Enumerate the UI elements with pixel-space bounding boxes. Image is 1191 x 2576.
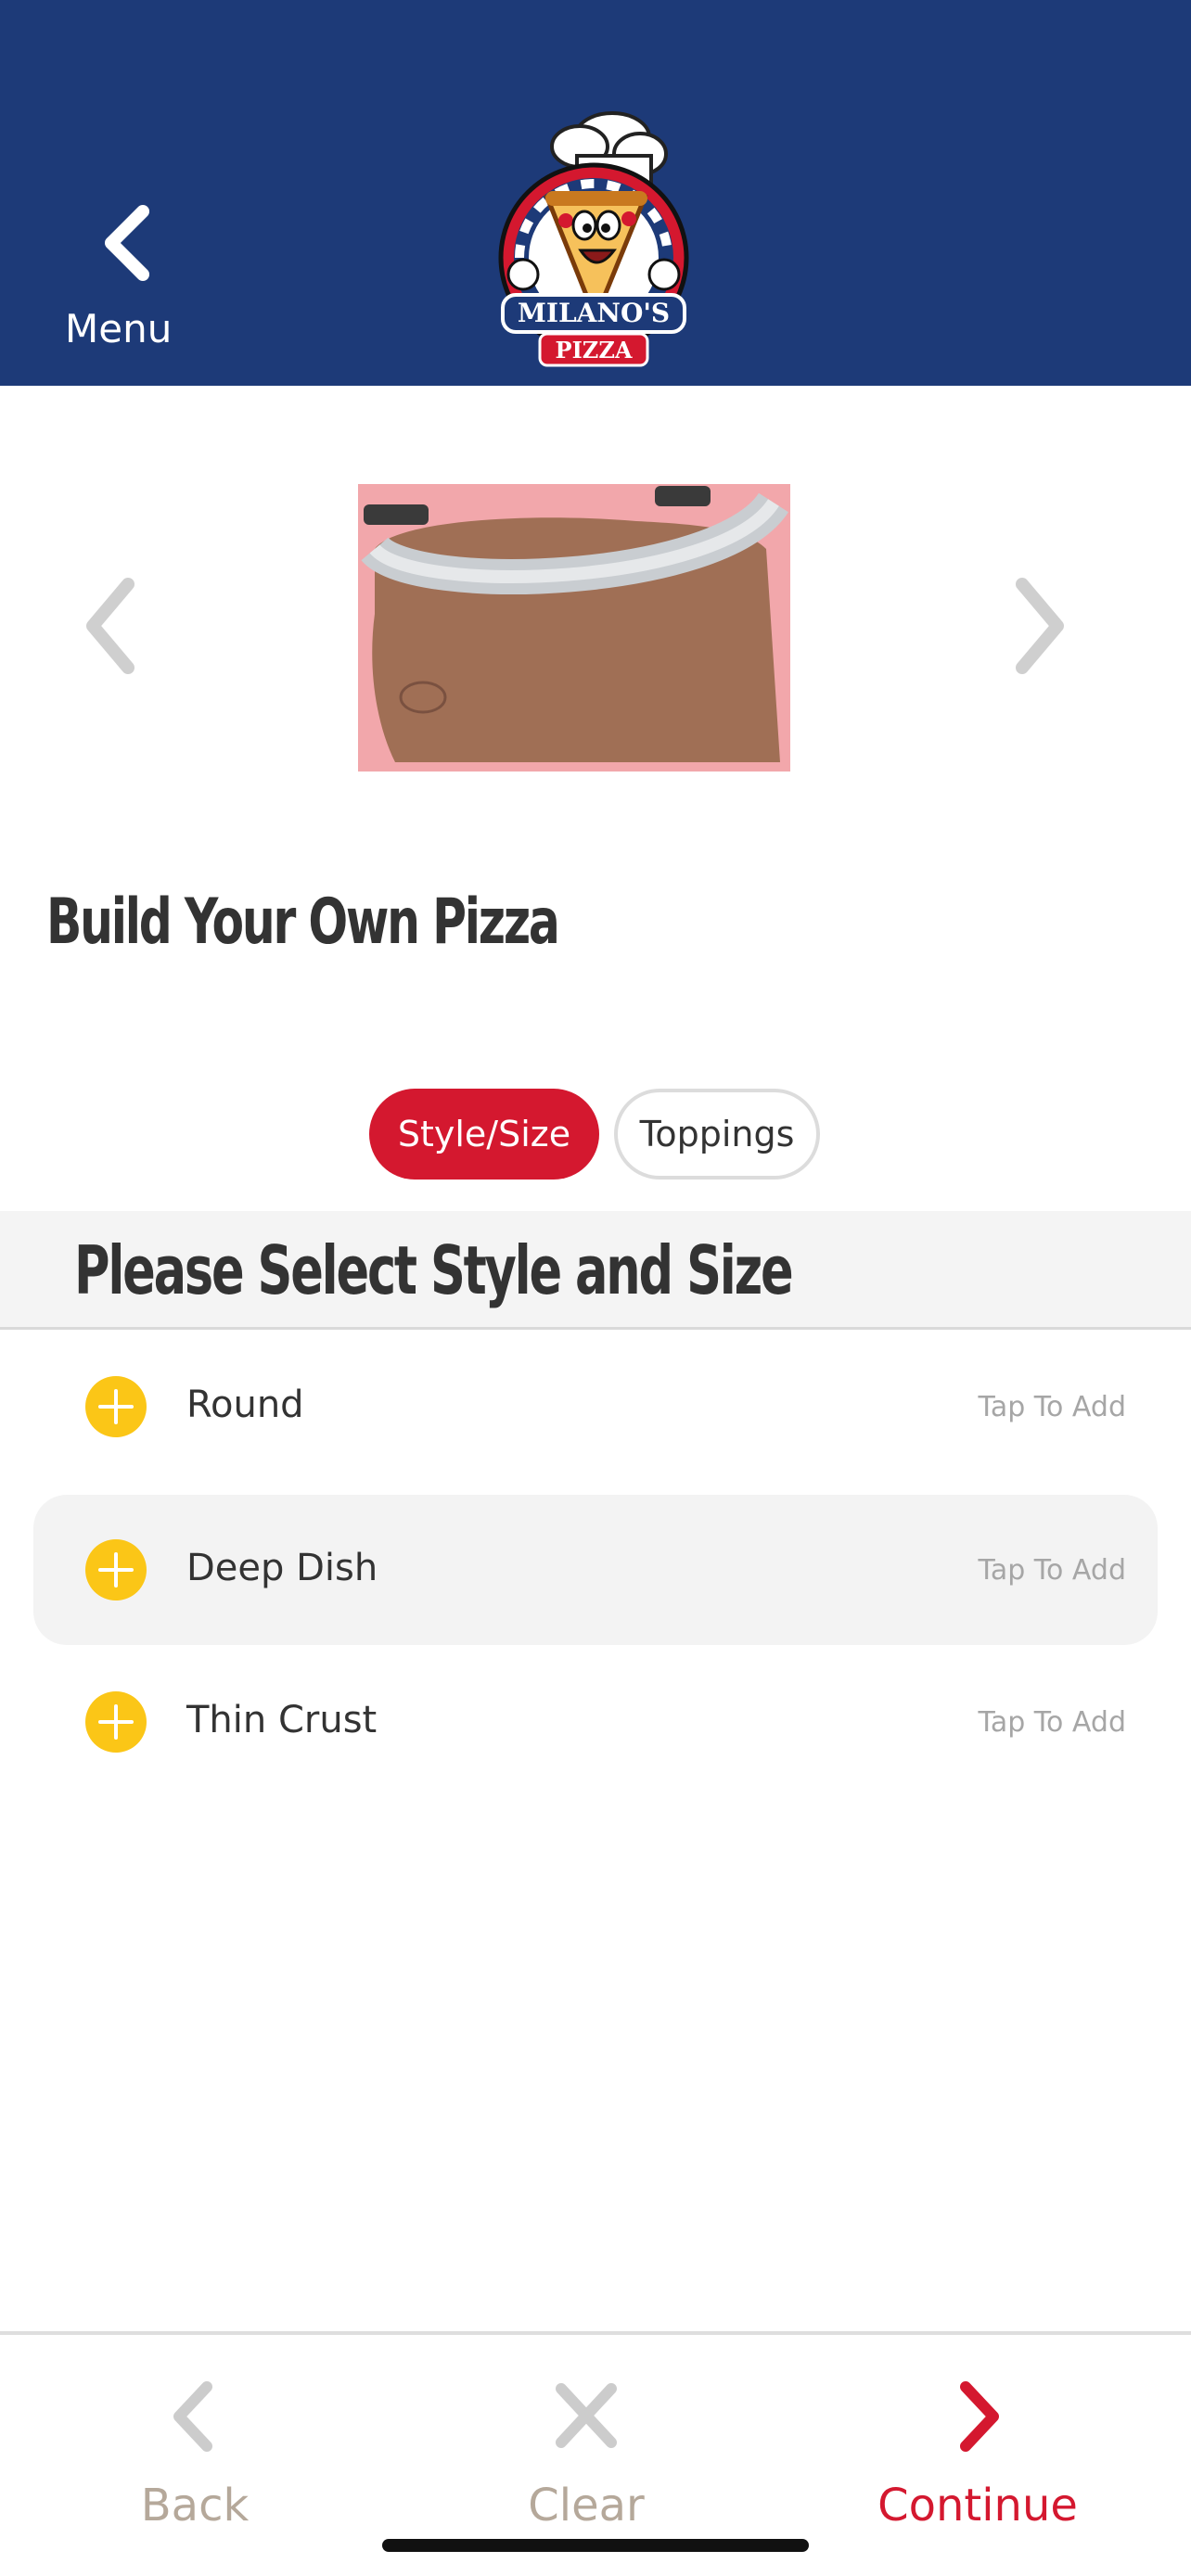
menu-back-button[interactable]: Menu (56, 204, 186, 362)
option-name: Thin Crust (186, 1699, 378, 1741)
carousel-prev-icon[interactable] (74, 575, 148, 677)
option-hint: Tap To Add (978, 1554, 1126, 1587)
item-title: Build Your Own Pizza (46, 886, 560, 959)
back-label: Back (140, 2480, 250, 2531)
option-thin-crust[interactable]: Thin Crust Tap To Add (33, 1647, 1158, 1797)
image-carousel (0, 445, 1191, 835)
plus-circle-icon (85, 1376, 147, 1437)
continue-label: Continue (877, 2480, 1078, 2531)
continue-button[interactable]: Continue (839, 2361, 1117, 2546)
section-header: Please Select Style and Size (0, 1211, 1191, 1330)
app-header: Menu MILANO'S PIZZA (0, 0, 1191, 386)
pizza-cutter-photo (358, 484, 790, 772)
option-round[interactable]: Round Tap To Add (33, 1332, 1158, 1482)
menu-label: Menu (65, 306, 173, 351)
option-hint: Tap To Add (978, 1706, 1126, 1739)
plus-circle-icon (85, 1539, 147, 1600)
option-hint: Tap To Add (978, 1391, 1126, 1423)
option-name: Deep Dish (186, 1547, 378, 1589)
chevron-left-icon (105, 205, 149, 281)
plus-circle-icon (85, 1691, 147, 1753)
back-button[interactable]: Back (56, 2361, 334, 2546)
clear-button[interactable]: Clear (447, 2361, 725, 2546)
chevron-left-icon (173, 2381, 212, 2452)
svg-text:MILANO'S: MILANO'S (518, 298, 670, 328)
option-deep-dish[interactable]: Deep Dish Tap To Add (33, 1495, 1158, 1645)
tab-style-size[interactable]: Style/Size (369, 1089, 599, 1180)
clear-label: Clear (528, 2480, 645, 2531)
section-title: Please Select Style and Size (74, 1231, 794, 1309)
carousel-next-icon[interactable] (1002, 575, 1076, 677)
milanos-pizza-logo: MILANO'S PIZZA (498, 111, 689, 367)
chevron-right-icon (960, 2381, 999, 2452)
home-indicator (382, 2539, 809, 2552)
close-icon (556, 2383, 617, 2448)
svg-text:PIZZA: PIZZA (556, 337, 633, 363)
option-name: Round (186, 1384, 304, 1426)
tab-toppings[interactable]: Toppings (614, 1089, 820, 1180)
